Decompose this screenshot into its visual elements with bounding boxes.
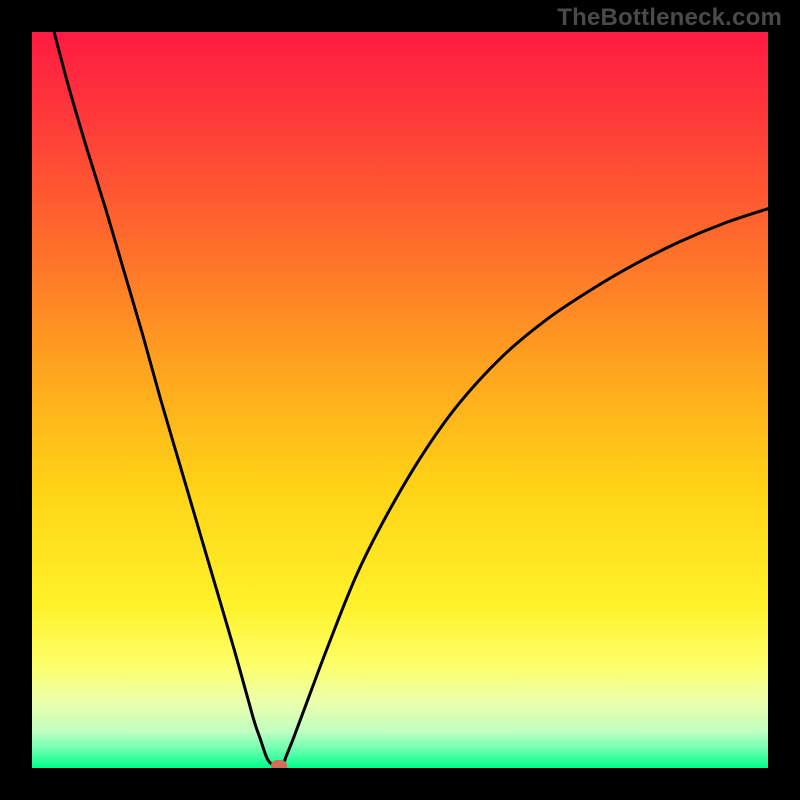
plot-area (32, 32, 768, 768)
bottleneck-marker (271, 760, 287, 768)
chart-frame: TheBottleneck.com (0, 0, 800, 800)
background-gradient (32, 32, 768, 768)
watermark-text: TheBottleneck.com (557, 4, 782, 32)
